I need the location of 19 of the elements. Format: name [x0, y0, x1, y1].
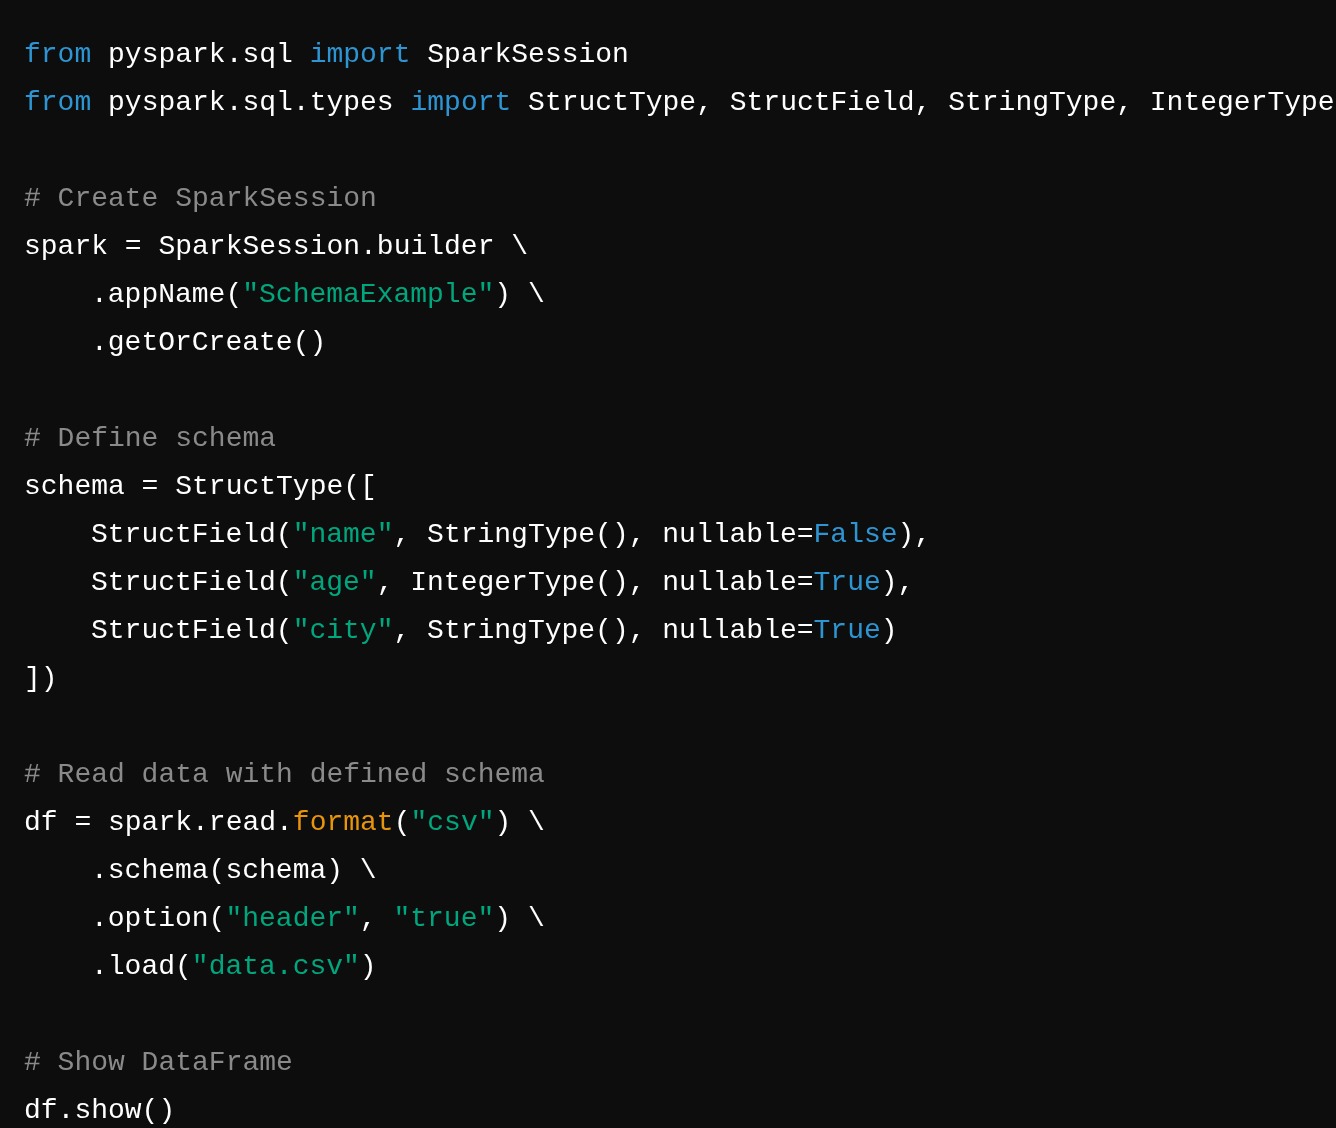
code-line: StructField("name", StringType(), nullable=False), [91, 518, 932, 552]
code-comment: # Show DataFrame [24, 1046, 293, 1080]
code-line: ]) [24, 662, 58, 696]
code-line: .load("data.csv") [91, 950, 377, 984]
code-line: spark = SparkSession.builder \ [24, 230, 529, 264]
code-line: .schema(schema) \ [91, 854, 377, 888]
code-comment: # Define schema [24, 422, 277, 456]
code-line: from pyspark.sql.types import StructType, StructField, StringType, IntegerType [24, 86, 1335, 120]
code-line: .getOrCreate() [91, 326, 327, 360]
code-line: df.show() [24, 1094, 176, 1128]
code-line: .appName("SchemaExample") \ [91, 278, 545, 312]
code-line: df = spark.read.format("csv") \ [24, 806, 545, 840]
code-line: .option("header", "true") \ [91, 902, 545, 936]
code-line: StructField("city", StringType(), nullable=True) [91, 614, 898, 648]
code-line: StructField("age", IntegerType(), nullable=True), [91, 566, 915, 600]
code-line: from pyspark.sql import SparkSession [24, 38, 629, 72]
code-comment: # Read data with defined schema [24, 758, 545, 792]
code-line: schema = StructType([ [24, 470, 377, 504]
code-comment: # Create SparkSession [24, 182, 377, 216]
